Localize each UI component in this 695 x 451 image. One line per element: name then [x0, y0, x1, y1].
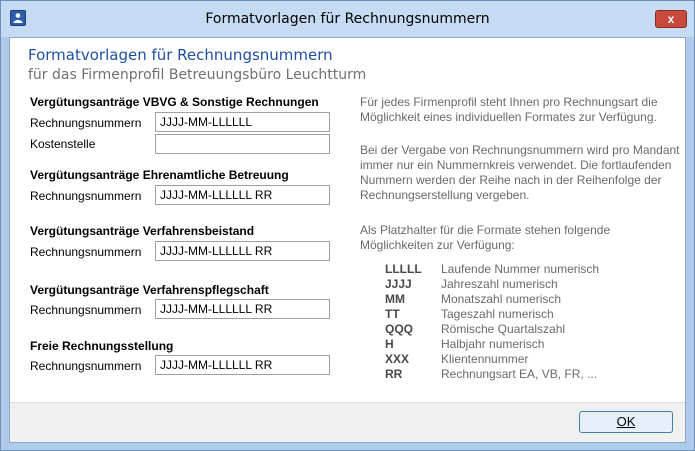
rechnungsnummern-field-verfahrenspflegschaft[interactable]: JJJJ-MM-LLLLLL RR: [155, 299, 330, 319]
placeholder-description: Halbjahr numerisch: [441, 337, 545, 351]
placeholder-code: H: [385, 337, 394, 351]
label-rechnungsnummern-ehrenamtlich: Rechnungsnummern: [30, 189, 142, 203]
rechnungsnummern-field-freie[interactable]: JJJJ-MM-LLLLLL RR: [155, 355, 330, 375]
label-rechnungsnummern-verfahrenspflegschaft: Rechnungsnummern: [30, 303, 142, 317]
rechnungsnummern-field-ehrenamtlich[interactable]: JJJJ-MM-LLLLLL RR: [155, 185, 330, 205]
button-bar: OK: [10, 402, 685, 442]
placeholder-code: XXX: [385, 352, 410, 366]
section-title-verfahrensbeistand: Vergütungsanträge Verfahrensbeistand: [30, 224, 255, 238]
label-rechnungsnummern-freie: Rechnungsnummern: [30, 359, 142, 373]
dialog-content: Formatvorlagen für Rechnungsnummern für …: [9, 37, 686, 443]
label-rechnungsnummern-verfahrensbeistand: Rechnungsnummern: [30, 245, 142, 259]
placeholder-description: Rechnungsart EA, VB, FR, ...: [441, 367, 598, 381]
header-subtitle: für das Firmenprofil Betreuungsbüro Leuc…: [28, 67, 367, 83]
dialog-window: Formatvorlagen für Rechnungsnummern x Fo…: [0, 0, 695, 451]
placeholder-description: Monatszahl numerisch: [441, 292, 562, 306]
label-kostenstelle: Kostenstelle: [30, 137, 96, 151]
placeholder-description: Jahreszahl numerisch: [441, 277, 558, 291]
rechnungsnummern-field-vbvg[interactable]: JJJJ-MM-LLLLLL: [155, 112, 330, 132]
placeholder-description: Römische Quartalszahl: [441, 322, 566, 336]
section-title-verfahrenspflegschaft: Vergütungsanträge Verfahrenspflegschaft: [30, 283, 269, 297]
window-title: Formatvorlagen für Rechnungsnummern: [205, 11, 490, 27]
info-paragraph-2: Bei der Vergabe von Rechnungsnummern wir…: [360, 143, 680, 202]
placeholder-code: JJJJ: [385, 277, 412, 291]
section-title-freie: Freie Rechnungsstellung: [30, 339, 174, 353]
placeholder-description: Tageszahl numerisch: [441, 307, 554, 321]
section-title-vbvg: Vergütungsanträge VBVG & Sonstige Rechnu…: [30, 95, 319, 109]
ok-button[interactable]: OK: [579, 411, 673, 433]
info-paragraph-1: Für jedes Firmenprofil steht Ihnen pro R…: [360, 95, 658, 124]
placeholder-code: TT: [385, 307, 400, 321]
title-bar: Formatvorlagen für Rechnungsnummern x: [1, 1, 694, 37]
placeholder-description: Laufende Nummer numerisch: [441, 262, 600, 276]
rechnungsnummern-field-verfahrensbeistand[interactable]: JJJJ-MM-LLLLLL RR: [155, 241, 330, 261]
placeholder-code: MM: [385, 292, 405, 306]
placeholder-code: LLLLL: [385, 262, 422, 276]
close-button[interactable]: x: [655, 10, 687, 28]
info-paragraph-3: Als Platzhalter für die Formate stehen f…: [360, 223, 611, 252]
placeholder-code: QQQ: [385, 322, 414, 336]
placeholder-code: RR: [385, 367, 403, 381]
label-rechnungsnummern-vbvg: Rechnungsnummern: [30, 116, 142, 130]
kostenstelle-field[interactable]: [155, 134, 330, 154]
header-title: Formatvorlagen für Rechnungsnummern: [28, 46, 333, 64]
placeholder-description: Klientennummer: [441, 352, 529, 366]
section-title-ehrenamtlich: Vergütungsanträge Ehrenamtliche Betreuun…: [30, 168, 289, 182]
